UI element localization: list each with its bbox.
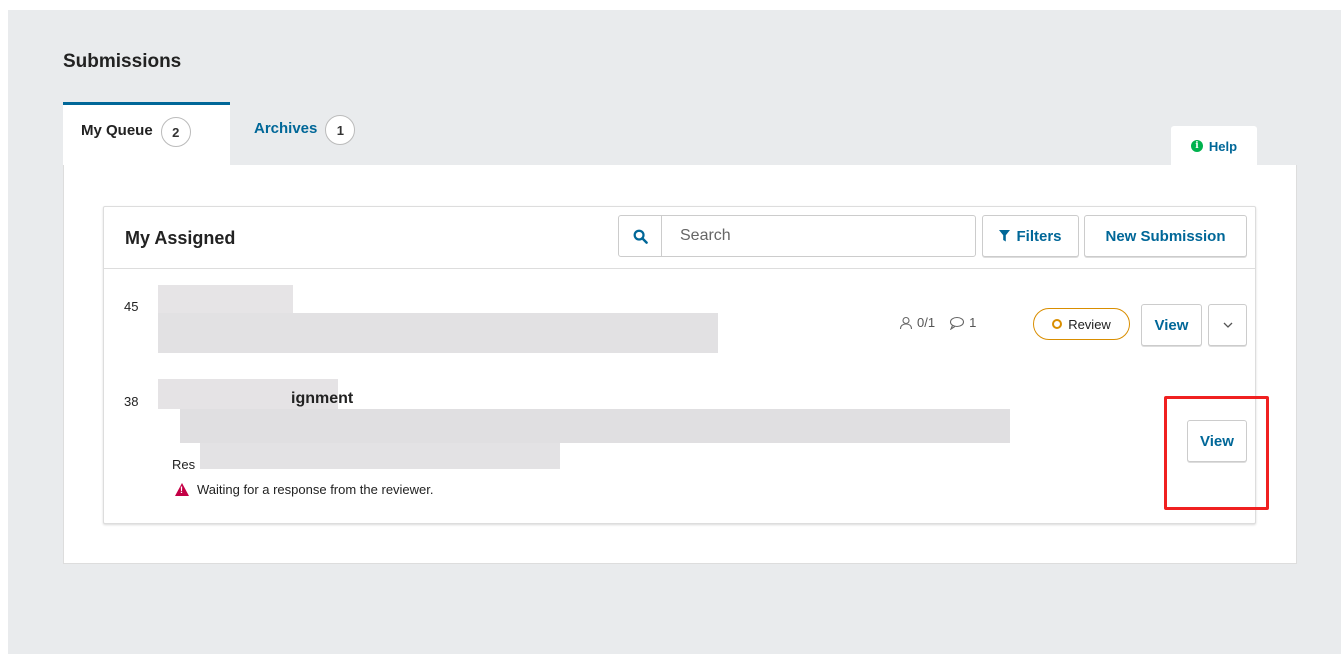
user-icon <box>899 316 913 329</box>
comment-icon <box>950 316 965 330</box>
submission-meta: 0/1 1 <box>899 315 976 330</box>
tab-label: My Queue <box>81 122 153 139</box>
status-notice: Waiting for a response from the reviewer… <box>175 482 434 497</box>
search-icon <box>633 229 648 244</box>
redacted-text <box>158 313 718 353</box>
redacted-text <box>200 443 560 469</box>
comment-count: 1 <box>969 315 977 330</box>
tab-count-badge: 1 <box>325 115 356 145</box>
redacted-text <box>180 409 1010 443</box>
stage-badge: Review <box>1033 308 1130 340</box>
submission-id: 38 <box>124 394 139 409</box>
tab-label: Archives <box>254 120 318 137</box>
submission-subtitle: Res <box>172 457 196 472</box>
reviewer-count: 0/1 <box>917 315 936 330</box>
view-button[interactable]: View <box>1141 304 1202 346</box>
submission-id: 45 <box>124 299 139 314</box>
tab-count-badge: 2 <box>160 117 191 147</box>
my-assigned-list: My Assigned Filters New Submission 45 0/… <box>103 206 1256 524</box>
list-header: My Assigned Filters New Submission <box>104 207 1255 269</box>
redacted-text <box>158 285 293 315</box>
warning-icon <box>175 483 189 496</box>
notice-text: Waiting for a response from the reviewer… <box>197 482 434 497</box>
tab-my-queue[interactable]: My Queue 2 <box>63 102 230 166</box>
filters-button[interactable]: Filters <box>982 215 1079 257</box>
highlight-box <box>1164 396 1269 510</box>
stage-label: Review <box>1068 316 1111 332</box>
help-label: Help <box>1208 138 1238 154</box>
tab-archives[interactable]: Archives 1 <box>254 102 384 166</box>
circle-icon <box>1052 319 1063 329</box>
search-button[interactable] <box>618 215 662 257</box>
info-icon: i <box>1190 140 1203 152</box>
new-submission-button[interactable]: New Submission <box>1084 215 1247 257</box>
page-title: Submissions <box>63 51 182 72</box>
chevron-down-icon <box>1223 322 1232 328</box>
filter-icon <box>999 230 1011 242</box>
comments-count-wrap: 1 <box>949 315 976 330</box>
help-button[interactable]: i Help <box>1171 126 1257 166</box>
filters-label: Filters <box>1016 227 1062 245</box>
search-input[interactable] <box>661 215 976 257</box>
list-title: My Assigned <box>125 228 236 248</box>
submission-title: ignment <box>291 390 354 407</box>
expand-button[interactable] <box>1208 304 1247 346</box>
